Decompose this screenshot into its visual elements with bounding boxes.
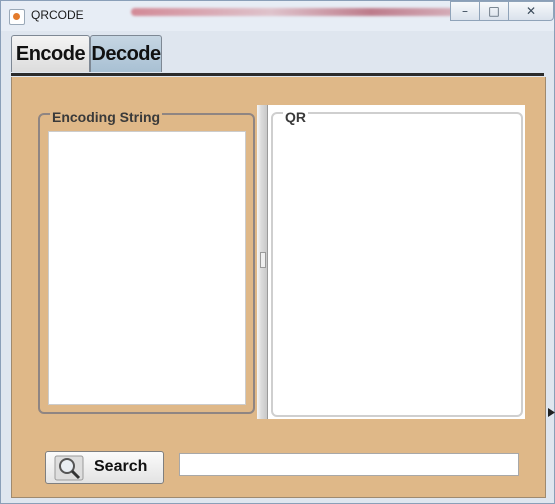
split-divider-grip[interactable] <box>260 252 266 268</box>
minimize-button[interactable]: – <box>450 1 480 21</box>
tab-encode[interactable]: Encode <box>11 35 90 72</box>
close-button[interactable]: ✕ <box>508 1 554 21</box>
encoding-string-textarea[interactable] <box>48 131 246 405</box>
title-bar: QRCODE – □ ✕ <box>1 1 554 31</box>
tab-content: Encoding String QR Search <box>11 77 546 498</box>
qr-title: QR <box>283 109 308 125</box>
close-icon: ✕ <box>525 4 537 18</box>
app-window: QRCODE – □ ✕ Encode Decode Encoding Stri… <box>0 0 555 504</box>
tab-separator <box>11 73 544 76</box>
tab-decode[interactable]: Decode <box>90 35 162 72</box>
java-app-icon <box>9 9 25 25</box>
encoding-string-title: Encoding String <box>50 109 163 125</box>
minimize-icon: – <box>462 4 468 18</box>
search-button-label: Search <box>94 458 148 475</box>
window-title: QRCODE <box>31 8 84 22</box>
maximize-button[interactable]: □ <box>479 1 509 21</box>
search-path-field[interactable] <box>179 453 519 476</box>
search-button[interactable]: Search <box>45 451 164 484</box>
qr-group <box>271 112 523 417</box>
magnifier-icon <box>54 455 84 481</box>
maximize-icon: □ <box>488 4 500 18</box>
